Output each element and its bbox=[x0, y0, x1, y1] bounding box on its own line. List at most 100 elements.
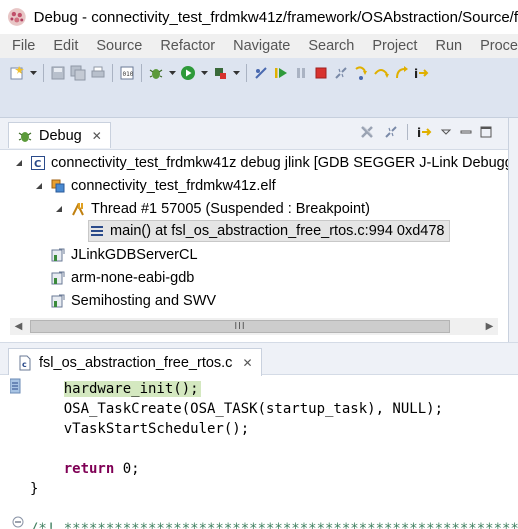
svg-text:i: i bbox=[414, 67, 418, 81]
tree-item-process-semihosting[interactable]: Semihosting and SWV bbox=[50, 290, 216, 312]
adjacent-view-edge bbox=[508, 118, 518, 342]
tree-item-label: arm-none-eabi-gdb bbox=[71, 270, 195, 286]
horizontal-scrollbar[interactable]: ◀ III ▶ bbox=[10, 318, 498, 335]
fold-icon[interactable] bbox=[12, 516, 24, 528]
remove-terminated-icon[interactable] bbox=[359, 124, 375, 140]
debug-dropdown-icon[interactable] bbox=[167, 64, 177, 82]
save-icon[interactable] bbox=[49, 64, 67, 82]
menu-processor[interactable]: Processor bbox=[469, 38, 518, 54]
tree-item-label: connectivity_test_frdmkw41z.elf bbox=[71, 178, 276, 194]
process-icon bbox=[50, 270, 66, 286]
scroll-thumb[interactable]: III bbox=[30, 320, 450, 333]
step-return-icon[interactable] bbox=[392, 64, 410, 82]
svg-text:c: c bbox=[22, 360, 27, 369]
debug-view: Debug ✕ i C connectivity_test_frdmkw41z … bbox=[0, 118, 518, 342]
process-icon bbox=[50, 247, 66, 263]
instruction-pointer-icon bbox=[10, 378, 21, 394]
view-menu-icon[interactable] bbox=[440, 124, 452, 140]
tree-item-label: Semihosting and SWV bbox=[71, 293, 217, 309]
external-tools-dropdown-icon[interactable] bbox=[231, 64, 241, 82]
code-line: vTaskStartScheduler(); bbox=[30, 421, 250, 437]
code-editor: c fsl_os_abstraction_free_rtos.c ✕ hardw… bbox=[0, 342, 518, 529]
tree-item-thread[interactable]: Thread #1 57005 (Suspended : Breakpoint) bbox=[54, 198, 370, 220]
c-file-icon: c bbox=[19, 355, 31, 370]
tab-debug-label: Debug bbox=[39, 127, 82, 144]
launch-config-icon: C bbox=[30, 155, 46, 171]
step-into-icon[interactable] bbox=[352, 64, 370, 82]
tree-item-stack-frame[interactable]: main() at fsl_os_abstraction_free_rtos.c… bbox=[88, 220, 450, 242]
debug-view-toolbar: i bbox=[359, 124, 492, 140]
tab-editor-file[interactable]: c fsl_os_abstraction_free_rtos.c ✕ bbox=[8, 348, 262, 376]
expand-arrow-icon[interactable] bbox=[14, 158, 24, 168]
scroll-thumb-grip: III bbox=[234, 321, 246, 332]
suspend-icon[interactable] bbox=[292, 64, 310, 82]
skip-breakpoints-icon[interactable] bbox=[252, 64, 270, 82]
tab-debug[interactable]: Debug ✕ bbox=[8, 122, 111, 148]
code-area[interactable]: hardware_init(); OSA_TaskCreate(OSA_TASK… bbox=[30, 375, 518, 529]
editor-gutter bbox=[0, 375, 26, 529]
debug-icon[interactable] bbox=[147, 64, 165, 82]
scroll-left-icon[interactable]: ◀ bbox=[10, 318, 27, 335]
menu-file[interactable]: File bbox=[0, 38, 42, 54]
new-wizard-icon[interactable] bbox=[8, 64, 26, 82]
step-over-icon[interactable] bbox=[372, 64, 390, 82]
debug-view-tabbar: Debug ✕ i bbox=[0, 118, 518, 150]
process-icon bbox=[50, 293, 66, 309]
tree-item-label: Thread #1 57005 (Suspended : Breakpoint) bbox=[91, 201, 370, 217]
current-line-highlight: hardware_init(); bbox=[63, 381, 201, 397]
menu-project[interactable]: Project bbox=[361, 38, 424, 54]
disconnect-icon[interactable] bbox=[332, 64, 350, 82]
eclipse-bug-icon bbox=[7, 8, 26, 26]
run-dropdown-icon[interactable] bbox=[199, 64, 209, 82]
editor-tabbar: c fsl_os_abstraction_free_rtos.c ✕ bbox=[0, 342, 518, 376]
window-title: Debug - connectivity_test_frdmkw41z/fram… bbox=[33, 8, 518, 26]
svg-text:i: i bbox=[417, 126, 421, 140]
svg-text:C: C bbox=[34, 159, 41, 170]
code-line: hardware_init(); bbox=[30, 379, 201, 399]
instruction-stepping-icon[interactable]: i bbox=[416, 124, 432, 140]
external-tools-icon[interactable] bbox=[211, 64, 229, 82]
menu-navigate[interactable]: Navigate bbox=[222, 38, 297, 54]
menu-refactor[interactable]: Refactor bbox=[149, 38, 222, 54]
menu-search[interactable]: Search bbox=[297, 38, 361, 54]
disconnect-icon[interactable] bbox=[383, 124, 399, 140]
tree-item-launch[interactable]: C connectivity_test_frdmkw41z debug jlin… bbox=[14, 152, 508, 174]
tab-editor-label: fsl_os_abstraction_free_rtos.c bbox=[39, 354, 233, 371]
svg-text:010: 010 bbox=[123, 71, 134, 78]
terminate-icon[interactable] bbox=[312, 64, 330, 82]
menu-source[interactable]: Source bbox=[85, 38, 149, 54]
code-line: OSA_TaskCreate(OSA_TASK(startup_task), N… bbox=[30, 401, 444, 417]
code-line: } bbox=[30, 481, 39, 497]
main-toolbar: 010 i bbox=[0, 58, 518, 118]
close-icon[interactable]: ✕ bbox=[92, 129, 102, 143]
expand-arrow-icon[interactable] bbox=[34, 181, 44, 191]
print-icon[interactable] bbox=[89, 64, 107, 82]
keyword-return: return bbox=[63, 461, 115, 477]
tree-item-process-jlink[interactable]: JLinkGDBServerCL bbox=[50, 244, 198, 266]
code-line-text: return 0; bbox=[63, 461, 140, 477]
resume-icon[interactable] bbox=[272, 64, 290, 82]
tree-item-label: main() at fsl_os_abstraction_free_rtos.c… bbox=[110, 223, 445, 239]
new-dropdown-icon[interactable] bbox=[28, 64, 38, 82]
tree-item-elf[interactable]: connectivity_test_frdmkw41z.elf bbox=[34, 175, 276, 197]
instruction-stepping-icon[interactable]: i bbox=[412, 64, 430, 82]
thread-suspended-icon bbox=[70, 201, 86, 217]
menu-run[interactable]: Run bbox=[424, 38, 469, 54]
debug-target-icon bbox=[50, 178, 66, 194]
binary-icon[interactable]: 010 bbox=[118, 64, 136, 82]
code-comment-line: /*! ************************************… bbox=[30, 521, 518, 529]
close-icon[interactable]: ✕ bbox=[242, 356, 252, 370]
minimize-icon[interactable] bbox=[460, 124, 472, 140]
tree-item-process-gdb[interactable]: arm-none-eabi-gdb bbox=[50, 267, 194, 289]
menu-edit[interactable]: Edit bbox=[42, 38, 85, 54]
scroll-right-icon[interactable]: ▶ bbox=[481, 318, 498, 335]
stack-frame-icon bbox=[89, 223, 105, 239]
menu-bar: File Edit Source Refactor Navigate Searc… bbox=[0, 34, 518, 58]
save-all-icon[interactable] bbox=[69, 64, 87, 82]
maximize-icon[interactable] bbox=[480, 124, 492, 140]
tree-item-label: connectivity_test_frdmkw41z debug jlink … bbox=[51, 155, 508, 171]
window-titlebar: Debug - connectivity_test_frdmkw41z/fram… bbox=[0, 0, 518, 34]
code-line: return 0; bbox=[30, 459, 140, 479]
run-icon[interactable] bbox=[179, 64, 197, 82]
expand-arrow-icon[interactable] bbox=[54, 204, 64, 214]
